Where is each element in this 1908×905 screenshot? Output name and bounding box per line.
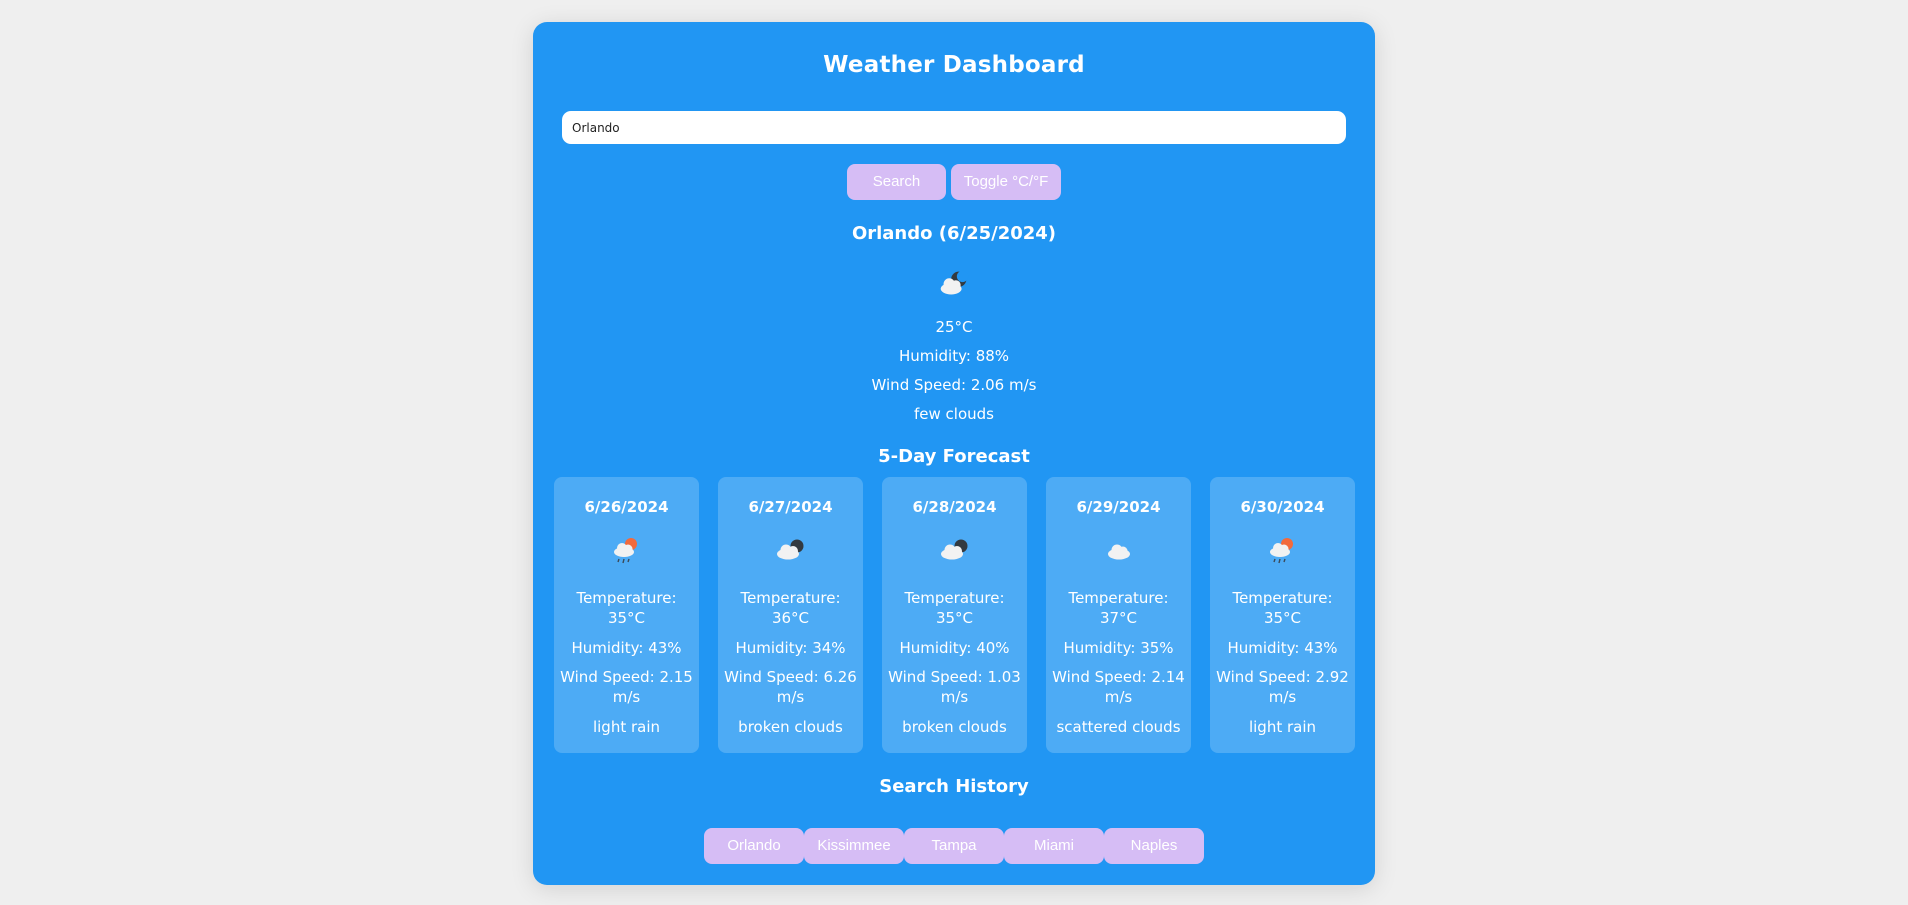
history-item-kissimmee[interactable]: Kissimmee	[804, 828, 904, 864]
forecast-temperature: Temperature: 35°C	[904, 589, 1005, 627]
history-item-tampa[interactable]: Tampa	[904, 828, 1004, 864]
forecast-description: light rain	[1248, 718, 1317, 736]
search-button[interactable]: Search	[847, 164, 946, 200]
forecast-description: broken clouds	[738, 718, 843, 736]
forecast-date: 6/28/2024	[912, 498, 997, 516]
broken-clouds-icon	[941, 539, 968, 560]
few-clouds-night-icon	[940, 270, 969, 295]
history-item-miami[interactable]: Miami	[1004, 828, 1104, 864]
forecast-humidity: Humidity: 43%	[571, 639, 682, 657]
forecast-date: 6/30/2024	[1240, 498, 1325, 516]
forecast-temperature: Temperature: 35°C	[1232, 589, 1333, 627]
current-wind-speed: Wind Speed: 2.06 m/s	[871, 376, 1037, 394]
forecast-card: 6/26/2024 Temperature: 35°C Humidity: 43…	[554, 477, 699, 753]
forecast-date: 6/29/2024	[1076, 498, 1161, 516]
forecast-wind-speed: Wind Speed: 2.15 m/s	[560, 668, 693, 706]
light-rain-icon	[614, 538, 637, 564]
history-item-orlando[interactable]: Orlando	[704, 828, 804, 864]
light-rain-icon	[1270, 538, 1293, 564]
forecast-card: 6/30/2024 Temperature: 35°C Humidity: 43…	[1210, 477, 1355, 753]
forecast-card: 6/29/2024 Temperature: 37°C Humidity: 35…	[1046, 477, 1191, 753]
forecast-card: 6/28/2024 Temperature: 35°C Humidity: 40…	[882, 477, 1027, 753]
forecast-wind-speed: Wind Speed: 6.26 m/s	[724, 668, 857, 706]
forecast-humidity: Humidity: 35%	[1063, 639, 1174, 657]
forecast-date: 6/26/2024	[584, 498, 669, 516]
current-description: few clouds	[914, 405, 994, 423]
toggle-unit-button[interactable]: Toggle °C/°F	[951, 164, 1061, 200]
forecast-title: 5-Day Forecast	[878, 446, 1030, 467]
forecast-description: scattered clouds	[1056, 718, 1181, 736]
broken-clouds-icon	[777, 539, 804, 560]
forecast-humidity: Humidity: 34%	[735, 639, 846, 657]
forecast-wind-speed: Wind Speed: 2.14 m/s	[1052, 668, 1185, 706]
weather-dashboard-panel: Weather Dashboard Search Toggle °C/°F Or…	[533, 22, 1375, 885]
history-item-naples[interactable]: Naples	[1104, 828, 1204, 864]
forecast-description: broken clouds	[902, 718, 1007, 736]
forecast-temperature: Temperature: 36°C	[740, 589, 841, 627]
scattered-clouds-icon	[1108, 544, 1130, 560]
current-humidity: Humidity: 88%	[898, 347, 1010, 365]
forecast-card: 6/27/2024 Temperature: 36°C Humidity: 34…	[718, 477, 863, 753]
forecast-date: 6/27/2024	[748, 498, 833, 516]
current-weather-heading: Orlando (6/25/2024)	[851, 223, 1057, 244]
city-search-input[interactable]	[562, 111, 1346, 144]
forecast-wind-speed: Wind Speed: 1.03 m/s	[888, 668, 1021, 706]
forecast-temperature: Temperature: 37°C	[1068, 589, 1169, 627]
current-temperature: 25°C	[935, 318, 973, 336]
forecast-wind-speed: Wind Speed: 2.92 m/s	[1216, 668, 1349, 706]
forecast-description: light rain	[592, 718, 661, 736]
forecast-humidity: Humidity: 40%	[899, 639, 1010, 657]
search-history-title: Search History	[879, 776, 1029, 797]
forecast-humidity: Humidity: 43%	[1227, 639, 1338, 657]
forecast-temperature: Temperature: 35°C	[576, 589, 677, 627]
page-title: Weather Dashboard	[823, 52, 1085, 78]
